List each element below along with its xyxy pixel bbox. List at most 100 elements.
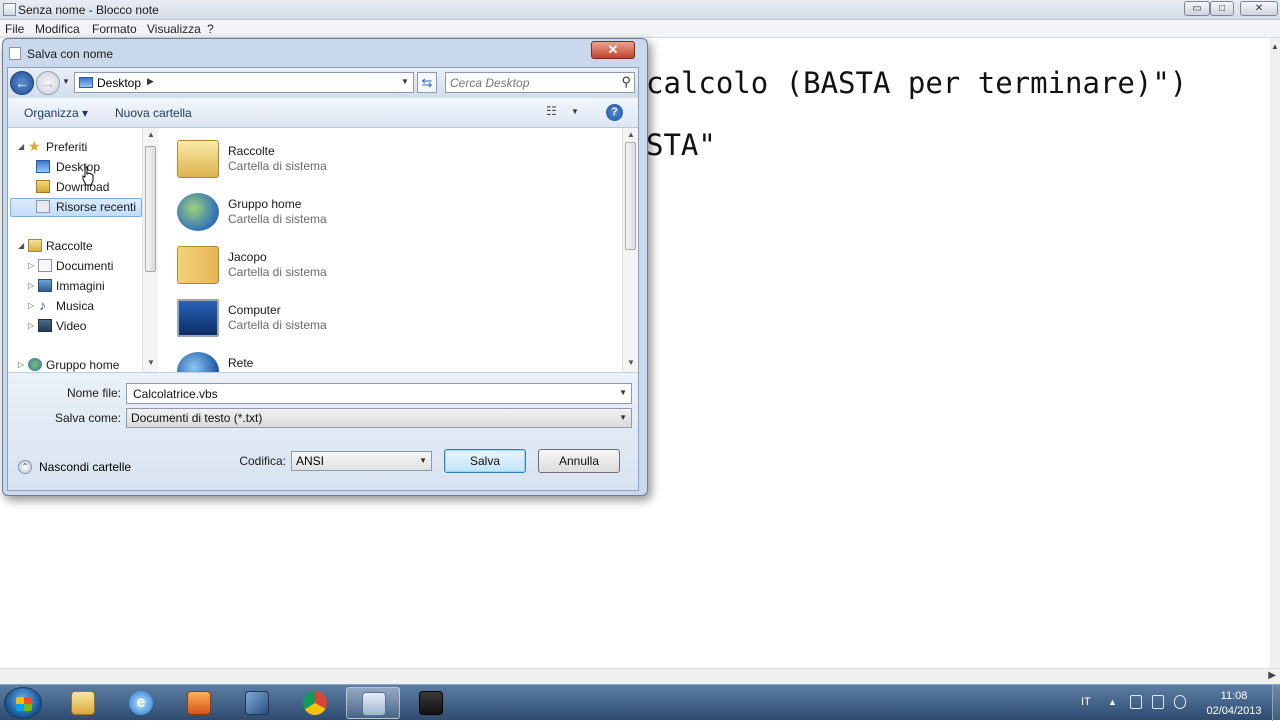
volume-tray-icon[interactable] (1174, 695, 1186, 709)
clock-date[interactable]: 02/04/2013 (1201, 705, 1267, 717)
nav-favorites[interactable]: ◢ ★ Preferiti (8, 138, 138, 156)
breadcrumb-chevron-icon[interactable]: ▶ (147, 76, 154, 87)
notepad-menubar: File Modifica Formato Visualizza ? (0, 20, 1280, 38)
cancel-button[interactable]: Annulla (538, 449, 620, 473)
nav-label: Video (56, 319, 87, 333)
taskbar-notepad[interactable] (346, 687, 400, 719)
nav-pane-scrollbar[interactable]: ▲ ▼ (142, 128, 158, 372)
nav-item-music[interactable]: ▷ ♪ Musica (8, 297, 138, 315)
refresh-button[interactable]: ⇆ (417, 72, 437, 93)
menu-modifica[interactable]: Modifica (35, 22, 80, 36)
scroll-down-icon[interactable]: ▼ (147, 358, 155, 367)
view-options-dropdown-icon[interactable]: ▼ (571, 107, 579, 116)
save-button[interactable]: Salva (444, 449, 526, 473)
list-item[interactable]: Gruppo home Cartella di sistema (173, 185, 593, 237)
downloads-folder-icon (36, 180, 50, 193)
nav-label: Risorse recenti (56, 200, 137, 214)
collapsed-arrow-icon[interactable]: ▷ (28, 281, 34, 290)
network-tray-icon[interactable] (1130, 695, 1142, 709)
filename-input[interactable] (131, 385, 611, 402)
file-desc: Cartella di sistema (228, 265, 327, 279)
collapsed-arrow-icon[interactable]: ▷ (28, 301, 34, 310)
list-item[interactable]: Jacopo Cartella di sistema (173, 238, 593, 290)
taskbar-explorer[interactable] (56, 687, 110, 719)
nav-item-documents[interactable]: ▷ Documenti (8, 257, 138, 275)
language-indicator[interactable]: IT (1081, 696, 1091, 708)
nav-item-desktop[interactable]: Desktop (8, 158, 138, 176)
nav-item-video[interactable]: ▷ Video (8, 317, 138, 335)
list-item[interactable]: Rete (173, 344, 593, 372)
filename-label: Nome file: (66, 386, 121, 400)
taskbar-app[interactable] (230, 687, 284, 719)
search-icon[interactable]: ⚲ (621, 74, 631, 90)
video-icon (38, 319, 52, 332)
start-button[interactable] (4, 687, 42, 719)
file-desc: Cartella di sistema (228, 212, 327, 226)
homegroup-icon (177, 193, 219, 231)
menu-visualizza[interactable]: Visualizza (147, 22, 201, 36)
scrollbar-thumb[interactable] (625, 142, 636, 250)
file-name: Raccolte (228, 144, 275, 158)
help-button[interactable]: ? (606, 104, 623, 121)
nav-item-download[interactable]: Download (8, 178, 138, 196)
filetype-label: Salva come: (54, 411, 121, 425)
nav-item-recent[interactable]: Risorse recenti (8, 198, 138, 216)
taskbar-hypercam[interactable] (404, 687, 458, 719)
forward-button[interactable]: → (36, 71, 60, 95)
close-button[interactable]: ✕ (1240, 1, 1278, 16)
expanded-arrow-icon[interactable]: ◢ (18, 241, 24, 250)
file-list: Raccolte Cartella di sistema Gruppo home… (159, 128, 622, 372)
address-location[interactable]: Desktop (97, 76, 141, 90)
taskbar-internet-explorer[interactable]: e (114, 687, 168, 719)
file-name: Gruppo home (228, 197, 302, 211)
battery-tray-icon[interactable] (1152, 695, 1164, 709)
address-dropdown-icon[interactable]: ▼ (401, 77, 409, 86)
taskbar-chrome[interactable] (288, 687, 342, 719)
menu-formato[interactable]: Formato (92, 22, 137, 36)
collapsed-arrow-icon[interactable]: ▷ (18, 360, 24, 369)
notepad-vertical-scrollbar[interactable]: ▲ (1270, 38, 1280, 668)
notepad-titlebar: Senza nome - Blocco note ▭ □ ✕ (0, 0, 1280, 20)
scroll-down-icon[interactable]: ▼ (627, 358, 635, 367)
scroll-right-icon[interactable]: ▶ (1268, 670, 1276, 681)
maximize-button[interactable]: □ (1210, 1, 1234, 16)
chevron-down-icon[interactable]: ▼ (619, 388, 627, 397)
collapsed-arrow-icon[interactable]: ▷ (28, 321, 34, 330)
clock-time[interactable]: 11:08 (1204, 690, 1264, 702)
internet-explorer-icon: e (129, 691, 153, 715)
filetype-select[interactable]: Documenti di testo (*.txt) ▼ (126, 408, 632, 428)
dialog-close-button[interactable]: ✕ (591, 41, 635, 59)
dialog-titlebar[interactable]: Salva con nome ✕ (3, 39, 647, 67)
back-arrow-icon: ← (15, 75, 29, 91)
notepad-horizontal-scrollbar[interactable]: ▶ (0, 668, 1280, 684)
scroll-up-icon[interactable]: ▲ (1270, 42, 1280, 54)
scroll-up-icon[interactable]: ▲ (627, 130, 635, 139)
show-desktop-button[interactable] (1272, 685, 1280, 721)
filename-field[interactable]: ▼ (126, 383, 632, 404)
address-bar[interactable]: Desktop ▶ ▼ (74, 72, 414, 93)
chevron-down-icon[interactable]: ▼ (619, 413, 627, 422)
expanded-arrow-icon[interactable]: ◢ (18, 142, 24, 151)
back-button[interactable]: ← (10, 71, 34, 95)
scrollbar-thumb[interactable] (145, 146, 156, 272)
collapsed-arrow-icon[interactable]: ▷ (28, 261, 34, 270)
search-box[interactable]: ⚲ (445, 72, 635, 93)
encoding-select[interactable]: ANSI ▼ (291, 451, 432, 471)
file-list-scrollbar[interactable]: ▲ ▼ (622, 128, 638, 372)
chevron-down-icon[interactable]: ▼ (419, 456, 427, 465)
nav-item-pictures[interactable]: ▷ Immagini (8, 277, 138, 295)
search-input[interactable] (448, 74, 612, 91)
change-view-icon[interactable]: ☷ (546, 104, 566, 120)
list-item[interactable]: Raccolte Cartella di sistema (173, 132, 593, 184)
list-item[interactable]: Computer Cartella di sistema (173, 291, 593, 343)
new-folder-button[interactable]: Nuova cartella (115, 106, 192, 120)
menu-file[interactable]: File (5, 22, 24, 36)
show-hidden-icons-icon[interactable]: ▲ (1108, 697, 1117, 707)
scroll-up-icon[interactable]: ▲ (147, 130, 155, 139)
recent-locations-dropdown[interactable]: ▼ (62, 77, 70, 86)
menu-help[interactable]: ? (207, 22, 214, 36)
minimize-button[interactable]: ▭ (1184, 1, 1210, 16)
taskbar-media-player[interactable] (172, 687, 226, 719)
organize-button[interactable]: Organizza ▾ (24, 106, 88, 120)
nav-libraries[interactable]: ◢ Raccolte (8, 237, 138, 255)
